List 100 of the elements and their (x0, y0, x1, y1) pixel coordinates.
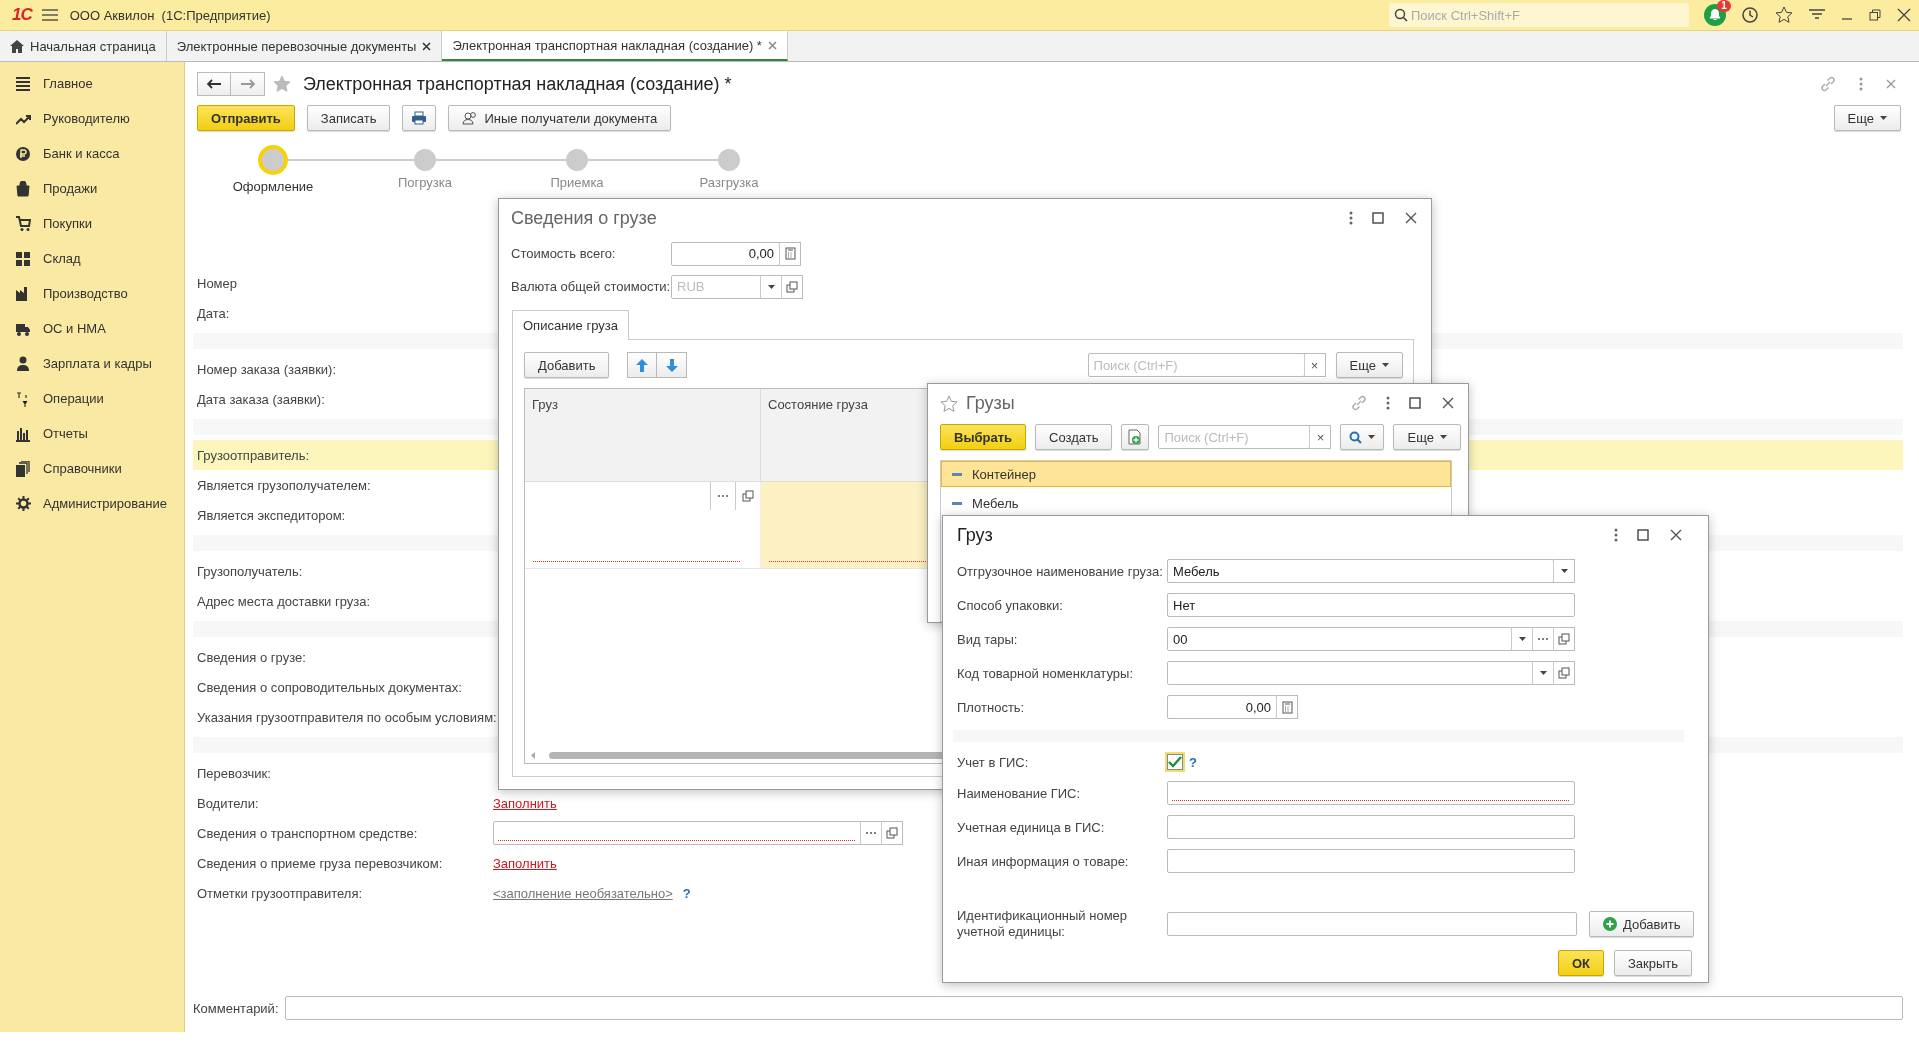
more-menu-icon[interactable] (1859, 76, 1863, 92)
recipients-button[interactable]: Иные получатели документа (448, 105, 672, 131)
sidebar-item[interactable]: Производство (0, 276, 184, 311)
input-field[interactable] (1167, 849, 1575, 873)
open-button[interactable] (1553, 661, 1575, 685)
input-field[interactable] (1167, 815, 1575, 839)
ellipsis-button[interactable] (860, 821, 882, 845)
input-field[interactable] (1167, 912, 1577, 936)
tab[interactable]: Описание груза (512, 310, 629, 340)
help-link[interactable]: ? (1189, 754, 1197, 770)
close-icon[interactable] (1668, 527, 1684, 543)
history-icon[interactable] (1741, 6, 1759, 24)
tab[interactable]: Начальная страница (0, 31, 167, 61)
link-icon[interactable] (1350, 394, 1368, 412)
global-search-field[interactable]: Поиск Ctrl+Shift+F (1389, 3, 1689, 27)
sidebar-item[interactable]: Продажи (0, 171, 184, 206)
fill-in-link[interactable]: Заполнить (493, 795, 557, 811)
sidebar-item[interactable]: Отчеты (0, 416, 184, 451)
ellipsis-button[interactable] (1532, 627, 1554, 651)
sidebar-item[interactable]: Руководителю (0, 101, 184, 136)
sidebar-item[interactable]: Главное (0, 66, 184, 101)
create-button[interactable]: Создать (1035, 424, 1113, 450)
link-icon[interactable] (1819, 75, 1837, 93)
restore-icon[interactable] (1869, 9, 1881, 21)
number-field[interactable]: 0,00 (1167, 695, 1277, 719)
sidebar-item[interactable]: ОС и НМА (0, 311, 184, 346)
more-menu-icon[interactable] (1349, 210, 1353, 226)
print-button[interactable] (402, 105, 437, 131)
fill-in-link[interactable]: Заполнить (493, 855, 557, 871)
input-field[interactable]: Нет (1167, 593, 1575, 617)
comment-field[interactable] (284, 996, 1903, 1020)
select-button[interactable]: Выбрать (940, 424, 1027, 450)
sidebar-item[interactable]: Администрирование (0, 486, 184, 521)
dropdown-button[interactable] (1532, 661, 1554, 685)
dropdown-button[interactable] (760, 274, 782, 299)
favorite-star-icon[interactable] (940, 394, 958, 412)
step-marker[interactable] (718, 149, 740, 171)
more-button[interactable]: Еще (1335, 352, 1403, 378)
open-button[interactable] (781, 274, 803, 299)
ok-button[interactable]: ОК (1557, 950, 1604, 976)
more-button[interactable]: Еще (1833, 105, 1901, 131)
list-item[interactable]: Мебель (941, 490, 1451, 516)
tab[interactable]: Электронная транспортная накладная (создание) * (442, 31, 788, 61)
send-button[interactable]: Отправить (197, 105, 295, 131)
clear-search-button[interactable]: × (1303, 353, 1326, 377)
filter-icon[interactable] (1809, 8, 1825, 22)
add-button[interactable]: Добавить (1589, 911, 1695, 937)
close-icon[interactable] (1897, 8, 1911, 22)
more-button[interactable]: Еще (1393, 424, 1461, 450)
dropdown-field[interactable]: Мебель (1167, 559, 1554, 583)
dropdown-field[interactable]: 00 (1167, 627, 1512, 651)
dropdown-field[interactable] (1167, 661, 1533, 685)
back-button[interactable] (197, 72, 231, 96)
search-button[interactable] (1340, 424, 1385, 450)
open-button[interactable] (881, 821, 903, 845)
section-icon (16, 75, 31, 92)
save-button[interactable]: Записать (306, 105, 391, 131)
number-field[interactable]: 0,00 (671, 241, 780, 266)
currency-field[interactable]: RUB (671, 274, 761, 299)
favorite-star-icon[interactable] (273, 75, 293, 93)
menu-icon[interactable] (41, 9, 58, 21)
sidebar-item[interactable]: Операции (0, 381, 184, 416)
sidebar-item[interactable]: Банк и касса (0, 136, 184, 171)
copy-button[interactable] (1121, 424, 1150, 450)
clear-search-button[interactable]: × (1309, 425, 1332, 449)
dropdown-button[interactable] (1511, 627, 1533, 651)
list-item[interactable]: Контейнер (941, 461, 1451, 487)
close-button[interactable]: Закрыть (1613, 950, 1692, 976)
move-up-button[interactable] (627, 352, 658, 378)
calculator-button[interactable] (779, 241, 801, 266)
star-icon[interactable] (1775, 6, 1793, 24)
close-tab-icon[interactable] (422, 41, 432, 51)
maximize-icon[interactable] (1636, 528, 1650, 542)
more-menu-icon[interactable] (1386, 395, 1390, 411)
column-header[interactable]: Груз (525, 389, 761, 481)
calculator-button[interactable] (1276, 695, 1298, 719)
sidebar-item[interactable]: Зарплата и кадры (0, 346, 184, 381)
open-button[interactable] (1553, 627, 1575, 651)
input-field[interactable] (493, 821, 861, 845)
close-icon[interactable] (1440, 395, 1456, 411)
close-icon[interactable] (1403, 210, 1419, 226)
search-field[interactable]: Поиск (Ctrl+F) (1087, 353, 1305, 377)
help-link[interactable]: ? (682, 885, 691, 901)
search-field[interactable]: Поиск (Ctrl+F) (1158, 425, 1311, 449)
maximize-icon[interactable] (1408, 396, 1422, 410)
sidebar-item[interactable]: Справочники (0, 451, 184, 486)
step-marker[interactable] (566, 149, 588, 171)
more-menu-icon[interactable] (1614, 527, 1618, 543)
maximize-icon[interactable] (1371, 211, 1385, 225)
add-button[interactable]: Добавить (524, 352, 610, 378)
checkbox[interactable] (1167, 754, 1183, 770)
sidebar-item[interactable]: Склад (0, 241, 184, 276)
move-down-button[interactable] (657, 352, 688, 378)
bell-icon[interactable] (1703, 3, 1727, 27)
input-field[interactable] (1167, 781, 1575, 805)
dropdown-button[interactable] (1553, 559, 1575, 583)
optional-link[interactable]: <заполнение необязательно> (493, 885, 673, 901)
step-marker[interactable] (258, 145, 288, 175)
sidebar-item[interactable]: Покупки (0, 206, 184, 241)
step-marker[interactable] (414, 149, 436, 171)
